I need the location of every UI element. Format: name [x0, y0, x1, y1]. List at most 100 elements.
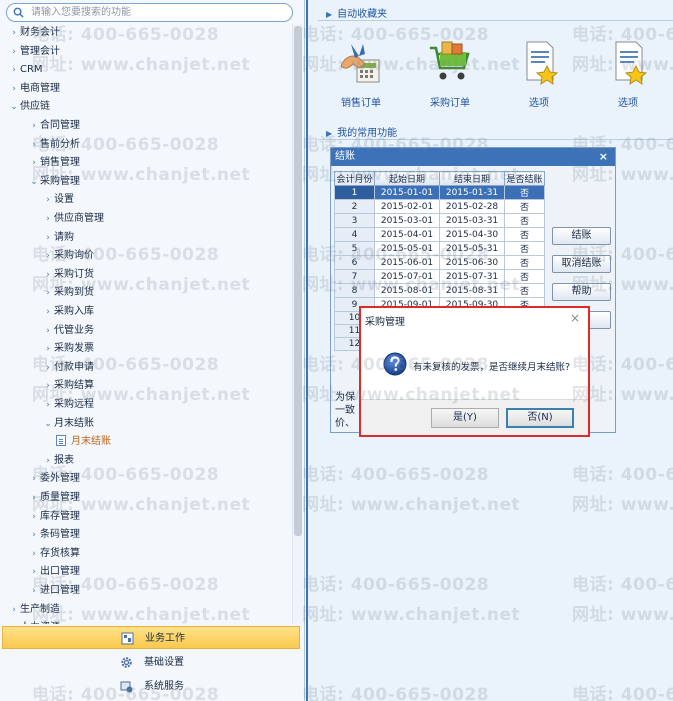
quick-purchase-order[interactable]: 采购订单 [420, 38, 480, 109]
chevron-right-icon[interactable]: › [42, 359, 54, 377]
chevron-right-icon[interactable]: › [42, 266, 54, 284]
search-box[interactable] [6, 3, 293, 22]
table-row[interactable]: 7 2015-07-01 2015-07-31 否 [334, 269, 545, 284]
table-row[interactable]: 1 2015-01-01 2015-01-31 否 [334, 185, 545, 200]
help-button[interactable]: 帮助 [552, 283, 611, 301]
tree-item[interactable]: › 出口管理 [28, 563, 80, 581]
chevron-right-icon[interactable]: › [42, 284, 54, 302]
chevron-right-icon[interactable]: › [42, 191, 54, 209]
tree-item[interactable]: › 委外管理 [28, 470, 80, 488]
dialog-title-bar[interactable]: 结账 × [331, 148, 615, 166]
chevron-right-icon[interactable]: › [42, 229, 54, 247]
tree-item[interactable]: › 供应商管理 [42, 210, 104, 228]
tree-item[interactable]: › 采购发票 [42, 340, 94, 358]
chevron-right-icon[interactable]: › [8, 43, 20, 61]
chevron-right-icon[interactable]: › [28, 136, 40, 154]
tree-item[interactable]: › 条码管理 [28, 526, 80, 544]
table-cell: 否 [504, 283, 545, 298]
chevron-right-icon[interactable]: › [8, 80, 20, 98]
table-row[interactable]: 6 2015-06-01 2015-06-30 否 [334, 255, 545, 270]
chevron-right-icon[interactable]: › [42, 210, 54, 228]
chevron-down-icon[interactable]: ⌄ [8, 98, 20, 116]
close-icon[interactable]: × [599, 148, 608, 166]
chevron-right-icon[interactable]: › [28, 489, 40, 507]
nav-business-work[interactable]: 业务工作 [2, 626, 300, 649]
search-input[interactable] [31, 5, 286, 20]
tree-item[interactable]: ⌄ 供应链 [8, 98, 50, 116]
table-row[interactable]: 5 2015-05-01 2015-05-31 否 [334, 241, 545, 256]
yes-button[interactable]: 是(Y) [431, 408, 499, 428]
chevron-right-icon[interactable]: › [28, 470, 40, 488]
tree-item[interactable]: › 采购询价 [42, 247, 94, 265]
chevron-right-icon[interactable]: › [28, 508, 40, 526]
chevron-right-icon[interactable]: › [42, 322, 54, 340]
chevron-down-icon[interactable]: ⌄ [28, 173, 40, 191]
column-header[interactable]: 结束日期 [439, 171, 505, 186]
tree-item[interactable]: › 采购到货 [42, 284, 94, 302]
quick-options-2[interactable]: 选项 [598, 38, 658, 109]
tree-scrollbar[interactable] [292, 24, 303, 624]
table-row[interactable]: 4 2015-04-01 2015-04-30 否 [334, 227, 545, 242]
tree-item[interactable]: › 生产制造 [8, 601, 60, 619]
tree-item[interactable]: ⌄ 月末结账 [42, 415, 94, 433]
table-row[interactable]: 8 2015-08-01 2015-08-31 否 [334, 283, 545, 298]
nav-label: 系统服务 [144, 681, 184, 692]
chevron-right-icon[interactable]: › [28, 526, 40, 544]
tree-item[interactable]: › 销售管理 [28, 154, 80, 172]
column-header[interactable]: 起始日期 [374, 171, 440, 186]
tree-item[interactable]: › 进口管理 [28, 582, 80, 600]
nav-basic-settings[interactable]: 基础设置 [2, 651, 300, 674]
chevron-right-icon[interactable]: › [28, 582, 40, 600]
search-icon[interactable] [13, 7, 24, 18]
tree-item[interactable]: ⌄ 采购管理 [28, 173, 80, 191]
tree-item[interactable]: › 售前分析 [28, 136, 80, 154]
tree-item[interactable]: › 电商管理 [8, 80, 60, 98]
tree-item[interactable]: › 报表 [42, 452, 74, 470]
tree-item[interactable]: › 管理会计 [8, 43, 60, 61]
tree-item[interactable]: › 采购订货 [42, 266, 94, 284]
chevron-right-icon[interactable]: › [28, 563, 40, 581]
tree-item[interactable]: › 存货核算 [28, 545, 80, 563]
table-cell: 1 [334, 185, 375, 200]
quick-options-1[interactable]: 选项 [509, 38, 569, 109]
tree-item[interactable]: 月末结账 [56, 433, 111, 451]
tree-item[interactable]: › 库存管理 [28, 508, 80, 526]
tree-item[interactable]: › 合同管理 [28, 117, 80, 135]
column-header[interactable]: 会计月份 [334, 171, 375, 186]
chevron-right-icon[interactable]: › [8, 619, 20, 624]
chevron-down-icon[interactable]: ⌄ [42, 415, 54, 433]
tree-item[interactable]: › 财务会计 [8, 24, 60, 42]
tree-item[interactable]: › 采购入库 [42, 303, 94, 321]
chevron-right-icon[interactable]: › [28, 545, 40, 563]
chevron-right-icon[interactable]: › [42, 377, 54, 395]
chevron-right-icon[interactable]: › [42, 340, 54, 358]
tree-item[interactable]: › 采购远程 [42, 396, 94, 414]
chevron-right-icon[interactable]: › [8, 61, 20, 79]
tree-item[interactable]: › 采购结算 [42, 377, 94, 395]
tree-item[interactable]: › CRM [8, 61, 42, 79]
column-header[interactable]: 是否结账 [504, 171, 545, 186]
tree-item[interactable]: › 质量管理 [28, 489, 80, 507]
chevron-right-icon[interactable]: › [28, 117, 40, 135]
chevron-right-icon[interactable]: › [42, 452, 54, 470]
tree-item[interactable]: ›人力资源 [8, 619, 60, 624]
chevron-right-icon[interactable]: › [8, 601, 20, 619]
chevron-right-icon[interactable]: › [42, 396, 54, 414]
chevron-right-icon[interactable]: › [42, 247, 54, 265]
tree-item[interactable]: › 设置 [42, 191, 74, 209]
tree-item[interactable]: › 请购 [42, 229, 74, 247]
close-account-button[interactable]: 结账 [552, 227, 611, 245]
chevron-right-icon[interactable]: › [8, 24, 20, 42]
chevron-right-icon[interactable]: › [42, 303, 54, 321]
quick-sales-order[interactable]: 销售订单 [331, 38, 391, 109]
tree-item[interactable]: › 代管业务 [42, 322, 94, 340]
scrollbar-thumb[interactable] [294, 26, 302, 536]
close-icon[interactable]: × [570, 311, 580, 325]
no-button[interactable]: 否(N) [506, 408, 574, 428]
nav-system-service[interactable]: 系统服务 [2, 675, 300, 698]
tree-item[interactable]: › 付款申请 [42, 359, 94, 377]
table-row[interactable]: 2 2015-02-01 2015-02-28 否 [334, 199, 545, 214]
table-row[interactable]: 3 2015-03-01 2015-03-31 否 [334, 213, 545, 228]
chevron-right-icon[interactable]: › [28, 154, 40, 172]
cancel-close-button[interactable]: 取消结账 [552, 255, 611, 273]
